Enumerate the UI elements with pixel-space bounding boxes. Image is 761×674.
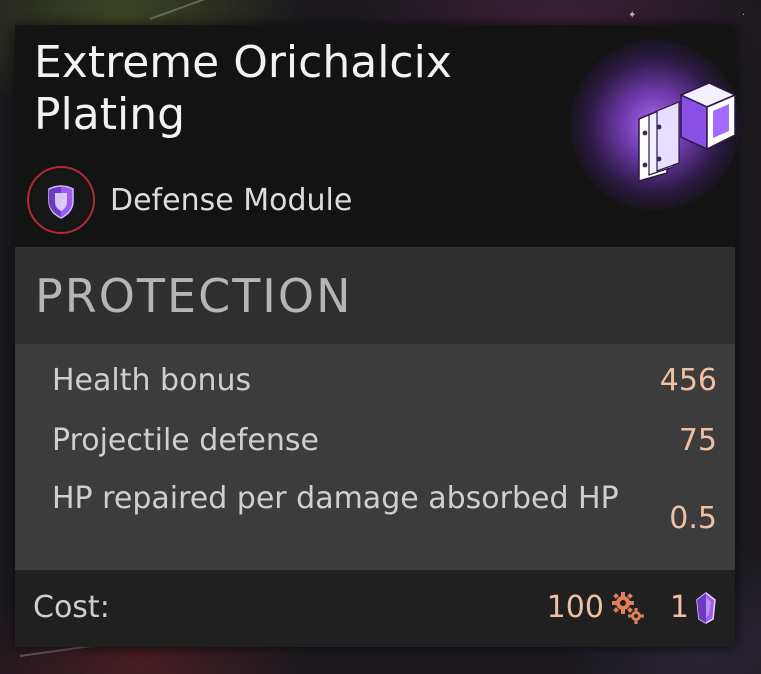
stat-row: HP repaired per damage absorbed HP 0.5 <box>52 480 717 556</box>
stat-row: Projectile defense 75 <box>52 422 717 460</box>
stat-label: Projectile defense <box>52 423 319 458</box>
background-star: ✦ <box>628 10 637 21</box>
item-tooltip: Extreme Orichalcix Plating Defense Modul… <box>15 25 740 647</box>
stat-value: 75 <box>678 423 717 458</box>
armor-plate-cube-icon <box>638 82 737 182</box>
gears-icon <box>611 592 644 624</box>
crystal-icon <box>696 592 716 624</box>
section-header: PROTECTION <box>15 247 735 344</box>
stats-list: Health bonus 456 Projectile defense 75 H… <box>15 344 735 570</box>
shield-icon <box>27 166 95 234</box>
stat-label: HP repaired per damage absorbed HP <box>52 481 619 516</box>
background-line <box>149 0 264 20</box>
cost-footer: Cost: 100 1 <box>15 570 735 647</box>
tooltip-header: Extreme Orichalcix Plating Defense Modul… <box>15 25 740 247</box>
stat-value: 456 <box>659 363 717 398</box>
cost-values: 100 1 <box>547 589 717 627</box>
cost-label: Cost: <box>33 590 110 625</box>
item-category: Defense Module <box>26 165 352 235</box>
category-label: Defense Module <box>110 182 353 218</box>
stat-label: Health bonus <box>52 363 252 398</box>
crystals-cost: 1 <box>669 590 689 625</box>
item-title: Extreme Orichalcix Plating <box>34 37 452 140</box>
stat-row: Health bonus 456 <box>52 362 717 400</box>
section-title: PROTECTION <box>35 269 353 323</box>
stat-value: 0.5 <box>669 501 717 536</box>
background-star: · <box>742 10 746 21</box>
gears-cost: 100 <box>546 590 604 625</box>
